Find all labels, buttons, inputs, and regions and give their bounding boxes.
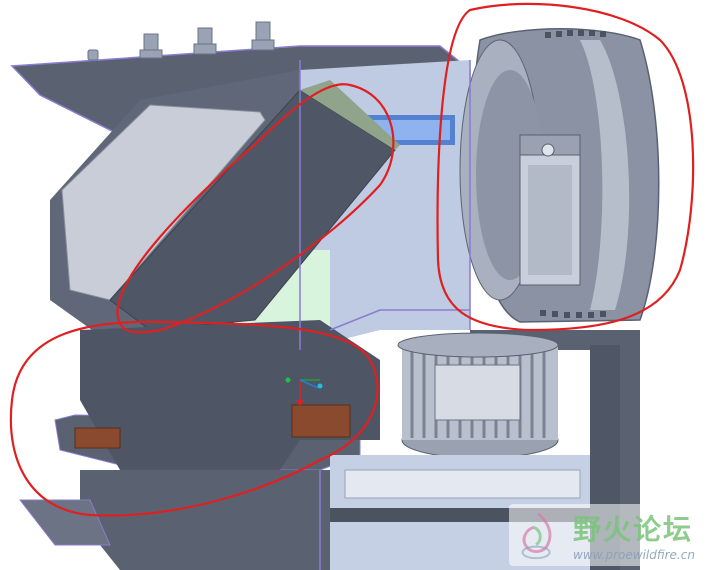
bottom-chassis (80, 470, 330, 570)
copper-pad-left (74, 427, 121, 449)
forum-watermark: 野火论坛 www.proewildfire.cn (509, 504, 719, 566)
cad-model-render[interactable] (0, 0, 725, 570)
wildfire-logo-icon (521, 512, 552, 560)
bottom-rail-light (344, 469, 581, 499)
cad-viewport[interactable]: 野火论坛 www.proewildfire.cn (0, 0, 725, 570)
watermark-url: www.proewildfire.cn (573, 548, 695, 562)
blower-housing (459, 28, 660, 323)
fan-impeller (397, 332, 559, 459)
watermark-title: 野火论坛 (573, 513, 694, 546)
copper-pad-right (291, 404, 351, 438)
